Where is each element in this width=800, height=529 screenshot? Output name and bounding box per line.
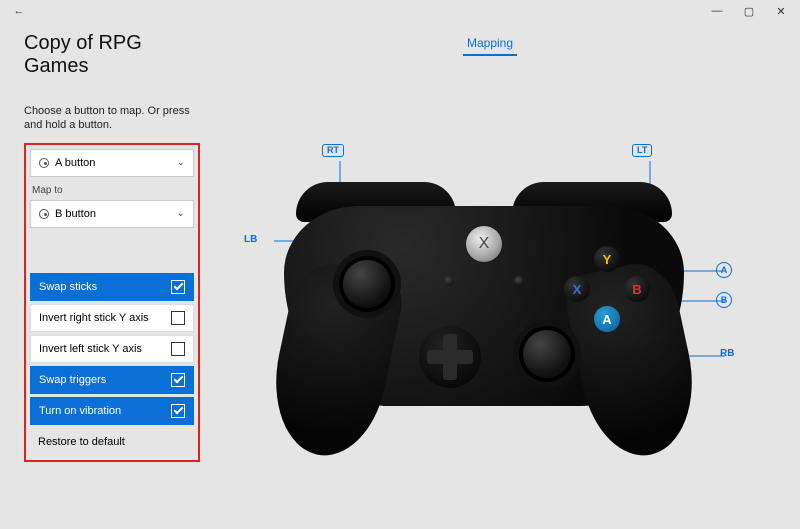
minimize-button[interactable]: — — [702, 1, 732, 21]
face-button-y: Y — [594, 246, 620, 272]
checkbox-icon — [171, 280, 185, 294]
badge-lt: LT — [632, 144, 652, 157]
badge-rb: RB — [720, 348, 734, 359]
titlebar: ← — ▢ ✕ — [0, 0, 800, 22]
badge-lb: LB — [244, 234, 257, 245]
badge-rt: RT — [322, 144, 344, 157]
chevron-down-icon: ⌄ — [177, 157, 185, 168]
checkbox-icon — [171, 404, 185, 418]
face-button-a: A — [594, 306, 620, 332]
option-label: Swap sticks — [39, 281, 97, 293]
chevron-down-icon: ⌄ — [177, 208, 185, 219]
checkbox-icon — [171, 373, 185, 387]
instruction-text: Choose a button to map. Or press and hol… — [24, 104, 194, 133]
option-swap-triggers[interactable]: Swap triggers — [30, 366, 194, 394]
guide-button-icon: X — [466, 226, 502, 262]
page-title: Copy of RPG Games — [24, 32, 204, 78]
left-panel: Copy of RPG Games Choose a button to map… — [24, 22, 204, 529]
option-label: Invert left stick Y axis — [39, 343, 142, 355]
option-swap-sticks[interactable]: Swap sticks — [30, 273, 194, 301]
maximize-button[interactable]: ▢ — [734, 1, 764, 21]
checkbox-icon — [171, 311, 185, 325]
option-label: Turn on vibration — [39, 405, 121, 417]
left-stick — [339, 256, 395, 312]
controller-illustration: X Y B A X — [284, 176, 684, 436]
target-button-label: B button — [55, 208, 96, 220]
badge-a: A — [716, 262, 732, 278]
button-icon — [39, 209, 49, 219]
checkbox-icon — [171, 342, 185, 356]
back-button[interactable]: ← — [4, 1, 34, 21]
highlighted-settings-box: A button ⌄ Map to B button ⌄ Swap sticks… — [24, 143, 200, 462]
option-label: Invert right stick Y axis — [39, 312, 149, 324]
source-button-label: A button — [55, 157, 95, 169]
tab-mapping[interactable]: Mapping — [463, 32, 517, 56]
option-label: Swap triggers — [39, 374, 106, 386]
option-label: Restore to default — [38, 436, 125, 448]
dpad — [419, 326, 481, 388]
option-invert-right-y[interactable]: Invert right stick Y axis — [30, 304, 194, 332]
button-icon — [39, 158, 49, 168]
map-to-label: Map to — [30, 181, 194, 200]
controller-diagram: RT LT LB A B RB X Y B A X — [204, 56, 776, 486]
face-button-b: B — [624, 276, 650, 302]
target-button-dropdown[interactable]: B button ⌄ — [30, 200, 194, 228]
source-button-dropdown[interactable]: A button ⌄ — [30, 149, 194, 177]
badge-b: B — [716, 292, 732, 308]
close-button[interactable]: ✕ — [766, 1, 796, 21]
right-panel: Mapping RT LT LB A B RB — [204, 22, 776, 529]
option-restore-default[interactable]: Restore to default — [30, 428, 194, 456]
face-button-x: X — [564, 276, 590, 302]
option-turn-on-vibration[interactable]: Turn on vibration — [30, 397, 194, 425]
option-invert-left-y[interactable]: Invert left stick Y axis — [30, 335, 194, 363]
